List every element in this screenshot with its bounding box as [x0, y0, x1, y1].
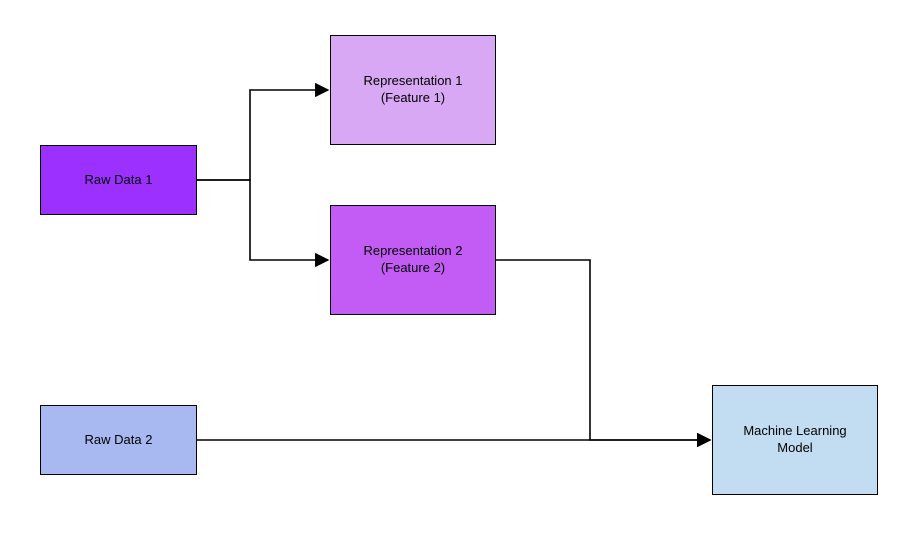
node-label-wrap: Representation 2 (Feature 2) [363, 243, 462, 277]
node-representation-2: Representation 2 (Feature 2) [330, 205, 496, 315]
edge-raw1-rep2 [197, 180, 328, 260]
node-raw-data-2: Raw Data 2 [40, 405, 197, 475]
node-label-line1: Machine Learning [743, 423, 846, 440]
node-representation-1: Representation 1 (Feature 1) [330, 35, 496, 145]
node-label-line2: Model [743, 440, 846, 457]
node-label-wrap: Representation 1 (Feature 1) [363, 73, 462, 107]
diagram-canvas: Raw Data 1 Raw Data 2 Representation 1 (… [0, 0, 920, 560]
node-ml-model: Machine Learning Model [712, 385, 878, 495]
node-label-line1: Representation 2 [363, 243, 462, 260]
node-label: Raw Data 1 [85, 172, 153, 189]
edge-rep2-ml [496, 260, 710, 440]
node-label-line1: Representation 1 [363, 73, 462, 90]
edge-raw1-rep1 [197, 90, 328, 180]
node-raw-data-1: Raw Data 1 [40, 145, 197, 215]
node-label-line2: (Feature 2) [363, 260, 462, 277]
node-label: Raw Data 2 [85, 432, 153, 449]
node-label-wrap: Machine Learning Model [743, 423, 846, 457]
node-label-line2: (Feature 1) [363, 90, 462, 107]
